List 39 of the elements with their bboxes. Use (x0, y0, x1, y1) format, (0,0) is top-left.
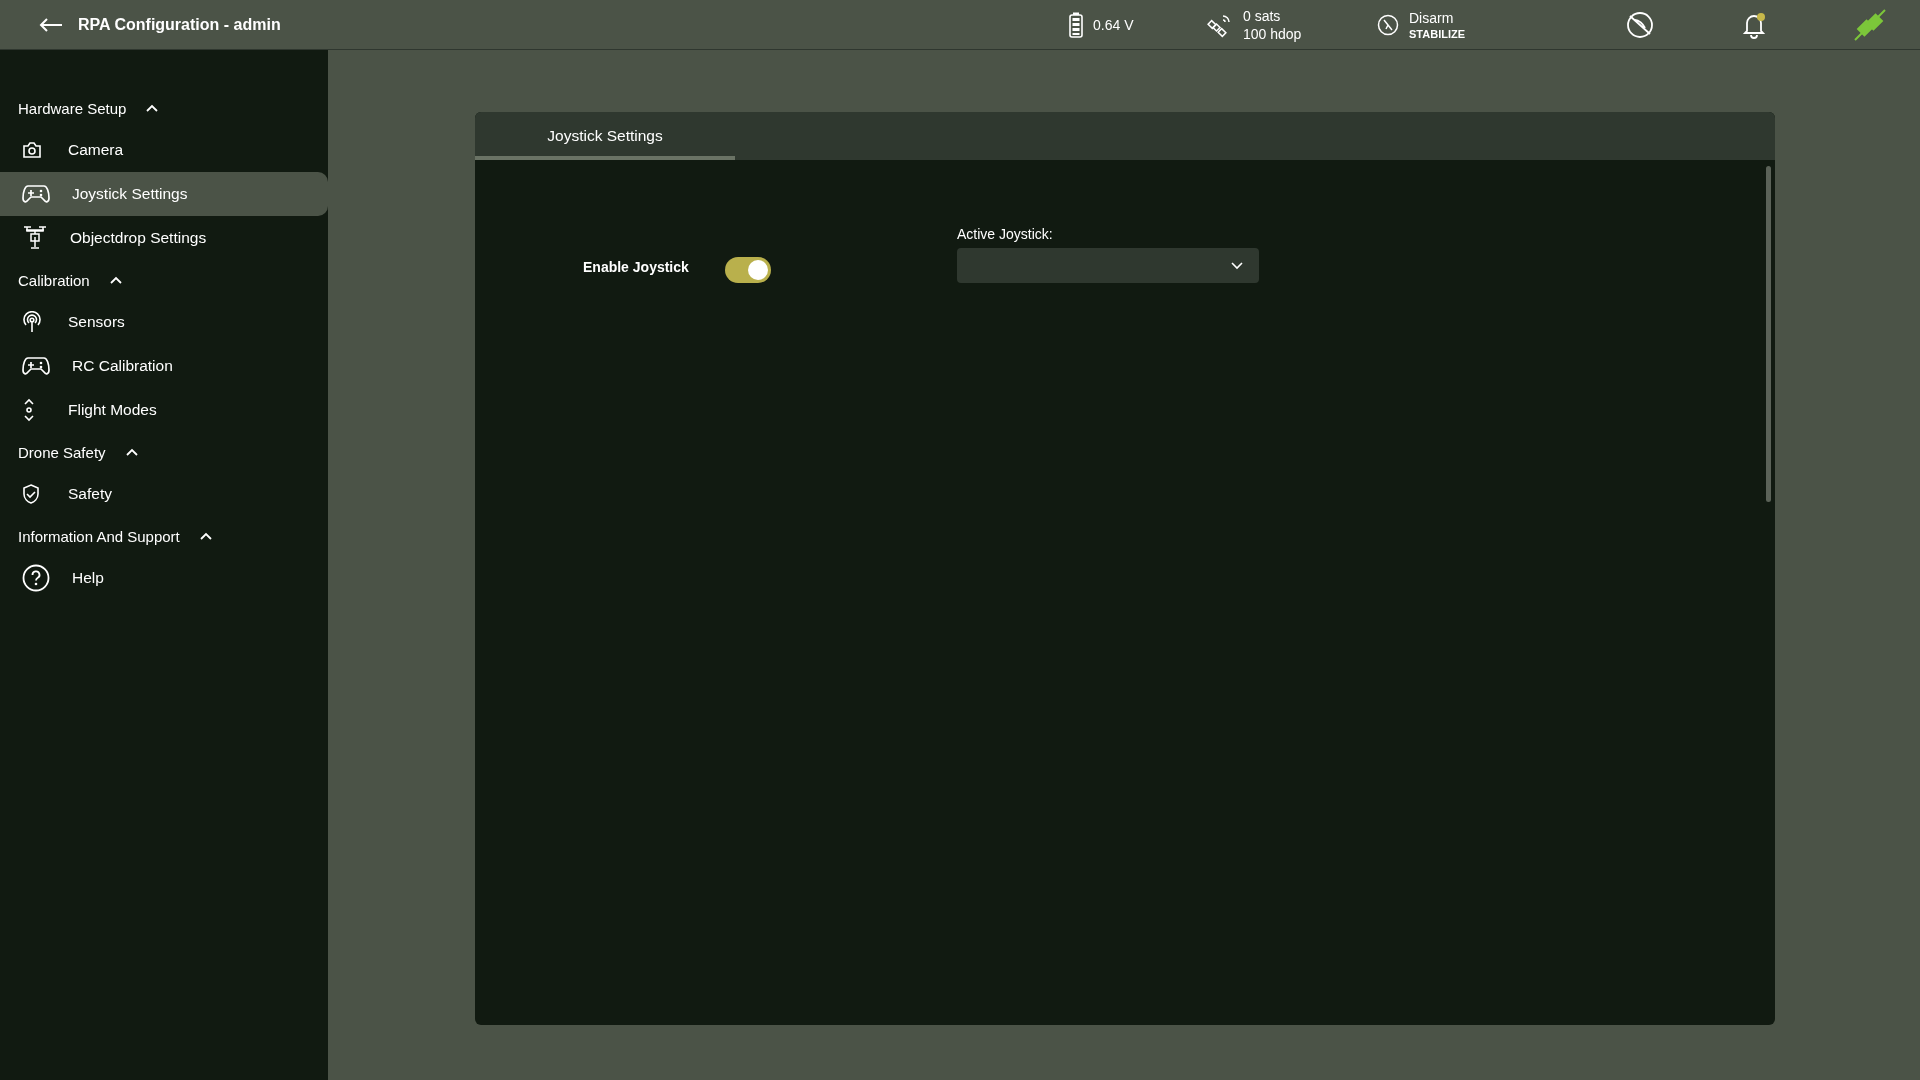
sidebar-item[interactable]: Flight Modes (0, 388, 328, 432)
sidebar-item[interactable]: Safety (0, 472, 328, 516)
enable-joystick-label: Enable Joystick (583, 259, 690, 277)
sidebar-item[interactable]: Joystick Settings (0, 172, 328, 216)
tab[interactable]: Joystick Settings (475, 112, 735, 160)
chevron-icon (109, 276, 122, 284)
hdop-value: 100 hdop (1243, 25, 1302, 42)
battery-icon (1069, 11, 1083, 38)
section-header[interactable]: Calibration (0, 260, 328, 300)
shield-check-icon (22, 484, 40, 504)
gamepad-icon (22, 356, 50, 376)
sidebar-item[interactable]: Camera (0, 128, 328, 172)
sidebar-item[interactable]: Objectdrop Settings (0, 216, 328, 260)
battery-voltage: 0.64 V (1093, 16, 1134, 33)
enable-joystick-toggle[interactable] (725, 257, 771, 283)
arm-state: Disarm (1409, 9, 1455, 26)
help-icon (22, 564, 50, 592)
chevron-icon (199, 532, 212, 540)
satellite-count: 0 sats (1243, 7, 1282, 24)
sidebar-item[interactable]: Sensors (0, 300, 328, 344)
gamepad-icon (22, 184, 50, 204)
flight-mode: STABILIZE (1409, 27, 1465, 40)
window-title: RPA Configuration - admin (78, 15, 281, 34)
camera-icon (22, 141, 42, 159)
back-arrow-icon[interactable] (39, 16, 63, 33)
section-header[interactable]: Hardware Setup (0, 88, 328, 128)
scrollbar[interactable] (1766, 166, 1771, 502)
active-joystick-label: Active Joystick: (957, 226, 1054, 242)
section-header[interactable]: Information And Support (0, 516, 328, 556)
chevron-down-icon (1231, 261, 1243, 270)
drone-icon (22, 225, 48, 251)
signal-icon (22, 311, 42, 333)
chevron-icon (125, 448, 138, 456)
section-header[interactable]: Drone Safety (0, 432, 328, 472)
chevron-icon (146, 104, 159, 112)
sidebar-item[interactable]: RC Calibration (0, 344, 328, 388)
sidebar-item[interactable]: Help (0, 556, 328, 600)
up-down-icon (22, 398, 36, 422)
plug-icon[interactable] (1853, 7, 1887, 42)
